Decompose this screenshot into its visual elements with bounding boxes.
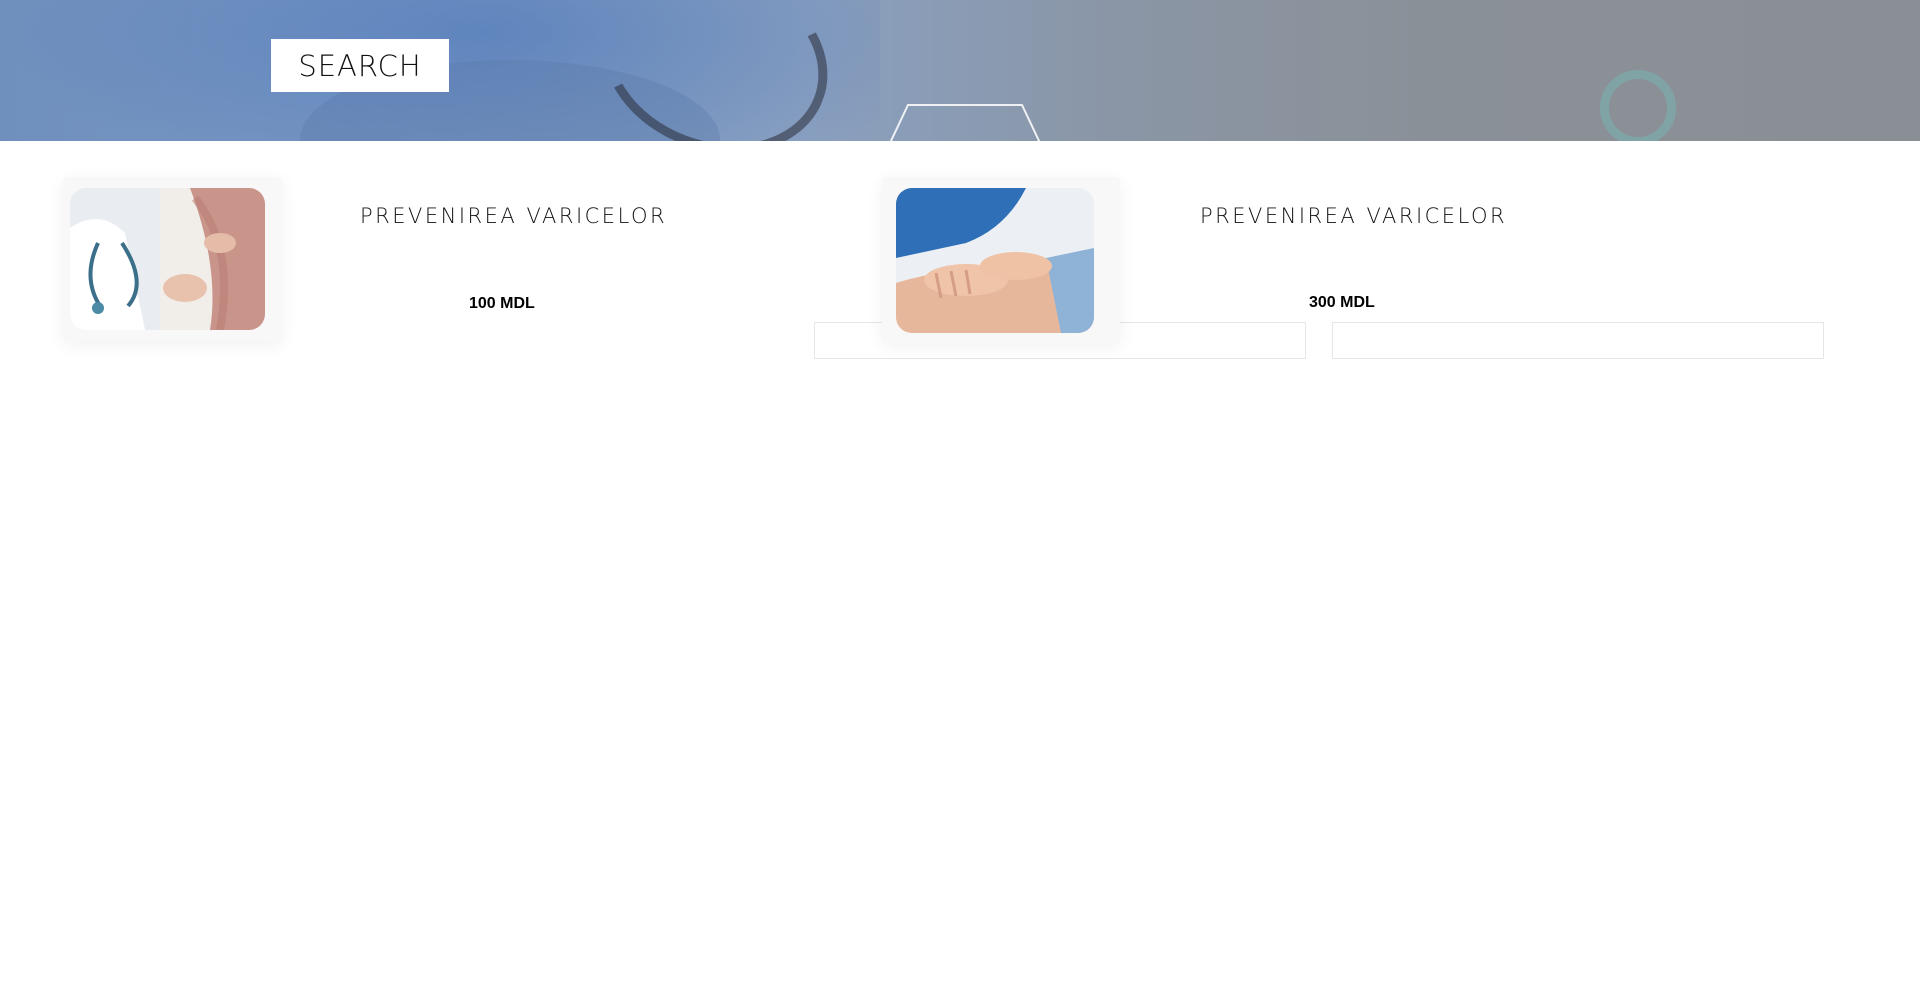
- product-price: 100 MDL: [469, 295, 535, 312]
- product-option-box[interactable]: [1332, 322, 1824, 359]
- product-title[interactable]: PREVENIREA VARICELOR: [360, 204, 667, 228]
- ring-decoration-icon: [1600, 70, 1676, 141]
- product-title[interactable]: PREVENIREA VARICELOR: [1200, 204, 1507, 228]
- hexagon-outline-icon: [890, 104, 1040, 141]
- hero-banner: SEARCH: [0, 0, 1920, 141]
- product-image: [70, 188, 265, 330]
- doctor-examining-leg-image[interactable]: [70, 188, 265, 330]
- search-button[interactable]: SEARCH: [271, 39, 449, 92]
- product-image: [896, 188, 1094, 333]
- product-price: 300 MDL: [1309, 294, 1375, 311]
- leg-massage-image[interactable]: [896, 188, 1094, 333]
